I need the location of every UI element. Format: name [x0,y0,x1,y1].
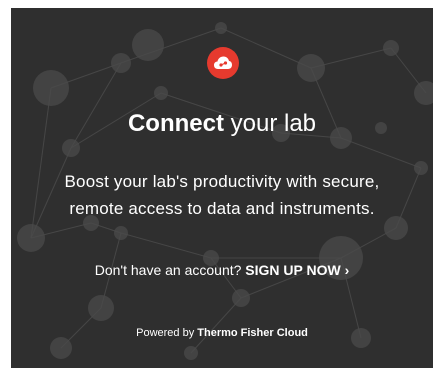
page-title: Connect your lab [11,109,433,139]
powered-prefix: Powered by [136,327,195,339]
tagline-line-1: Boost your lab's productivity with secur… [64,172,380,191]
title-strong: Connect [127,110,224,137]
cloud-logo [207,47,239,79]
connect-panel: Connect your lab Boost your lab's produc… [11,8,433,368]
signup-prompt: Don't have an account? [94,262,242,278]
tagline: Boost your lab's productivity with secur… [11,168,433,222]
title-rest: your lab [223,110,317,137]
tagline-line-2: remote access to data and instruments. [69,199,375,218]
cloud-icon [214,56,232,69]
signup-row: Don't have an account? SIGN UP NOW › [11,260,433,280]
brand-name: Thermo Fisher Cloud [197,327,308,339]
sign-up-link[interactable]: SIGN UP NOW › [245,262,349,278]
powered-by: Powered by Thermo Fisher Cloud [11,326,433,340]
